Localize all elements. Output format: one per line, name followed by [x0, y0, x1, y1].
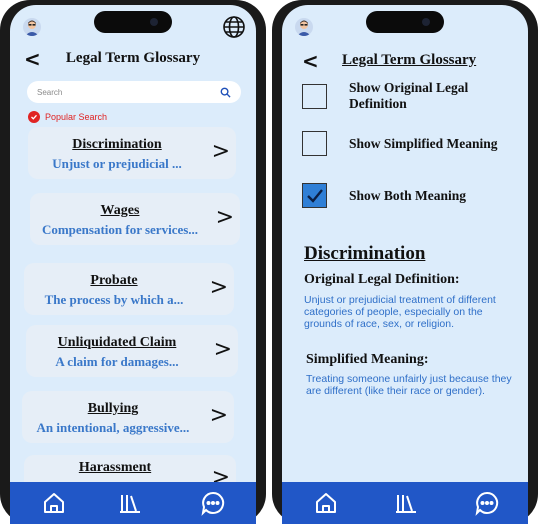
chevron-right-icon[interactable]: > [210, 275, 228, 300]
original-definition-text: Unjust or prejudicial treatment of diffe… [304, 294, 496, 330]
simplified-meaning-heading: Simplified Meaning: [306, 352, 429, 367]
original-definition-heading: Original Legal Definition: [304, 272, 460, 287]
home-icon[interactable] [41, 490, 67, 516]
chevron-right-icon[interactable]: > [210, 403, 228, 428]
library-icon[interactable] [393, 490, 419, 516]
popular-search-label: Popular Search [45, 112, 108, 122]
term-title: Probate [90, 273, 138, 288]
term-card-probate[interactable]: Probate The process by which a... > [24, 263, 234, 315]
header: < Legal Term Glossary [282, 49, 528, 73]
option-original-definition[interactable]: Show Original Legal Definition [302, 80, 528, 112]
checkbox-simplified[interactable] [302, 131, 327, 156]
camera [150, 18, 158, 26]
term-detail-screen: < Legal Term Glossary Show Original Lega… [282, 5, 528, 524]
globe-icon[interactable] [222, 15, 246, 39]
chat-icon[interactable] [200, 490, 226, 516]
detail-term-title: Discrimination [304, 243, 426, 264]
option-both-meaning[interactable]: Show Both Meaning [302, 183, 466, 208]
notch [366, 11, 444, 33]
term-card-unliquidated-claim[interactable]: Unliquidated Claim A claim for damages..… [26, 325, 238, 377]
chevron-right-icon[interactable]: > [216, 205, 234, 230]
camera [422, 18, 430, 26]
term-title: Discrimination [72, 137, 162, 152]
search-input[interactable]: Search [37, 88, 220, 97]
term-card-wages[interactable]: Wages Compensation for services... > [30, 193, 240, 245]
search-icon[interactable] [220, 87, 231, 98]
term-definition: A claim for damages... [55, 354, 179, 369]
term-definition: An intentional, aggressive... [36, 420, 190, 435]
term-title: Harassment [78, 460, 152, 475]
term-title: Bullying [87, 401, 139, 416]
bottom-tab-bar [282, 482, 528, 524]
avatar[interactable] [23, 18, 41, 36]
home-icon[interactable] [313, 490, 339, 516]
chat-icon[interactable] [474, 490, 500, 516]
option-label: Show Simplified Meaning [349, 135, 498, 151]
option-label: Show Both Meaning [349, 187, 467, 203]
notch [94, 11, 172, 33]
back-button[interactable]: < [302, 49, 319, 73]
avatar[interactable] [295, 18, 313, 36]
term-card-discrimination[interactable]: Discrimination Unjust or prejudicial ...… [28, 127, 236, 179]
header: < Legal Term Glossary [10, 47, 256, 71]
simplified-meaning-text: Treating someone unfairly just because t… [306, 373, 512, 397]
term-definition: Compensation for services... [41, 222, 199, 237]
term-card-bullying[interactable]: Bullying An intentional, aggressive... > [22, 391, 234, 443]
term-title: Wages [100, 203, 140, 218]
bottom-tab-bar [10, 482, 256, 524]
term-definition: Unjust or prejudicial ... [52, 156, 182, 171]
checkmark-icon [306, 188, 323, 203]
term-title: Unliquidated Claim [57, 335, 177, 350]
library-icon[interactable] [117, 490, 143, 516]
phone-left: < Legal Term Glossary Search Popular Sea… [0, 0, 266, 524]
glossary-list-screen: < Legal Term Glossary Search Popular Sea… [10, 5, 256, 524]
option-simplified-meaning[interactable]: Show Simplified Meaning [302, 131, 498, 156]
phone-right: < Legal Term Glossary Show Original Lega… [272, 0, 538, 524]
checkbox-both[interactable] [302, 183, 327, 208]
chevron-right-icon[interactable]: > [214, 337, 232, 362]
chevron-right-icon[interactable]: > [212, 139, 230, 164]
popular-search: Popular Search [28, 111, 107, 123]
checkbox-original[interactable] [302, 83, 327, 109]
check-circle-icon [28, 111, 40, 123]
page-title: Legal Term Glossary [65, 50, 201, 66]
term-definition: The process by which a... [44, 292, 184, 307]
page-title: Legal Term Glossary [342, 52, 477, 68]
search-bar[interactable]: Search [27, 81, 241, 103]
option-label: Show Original Legal Definition [349, 80, 469, 111]
